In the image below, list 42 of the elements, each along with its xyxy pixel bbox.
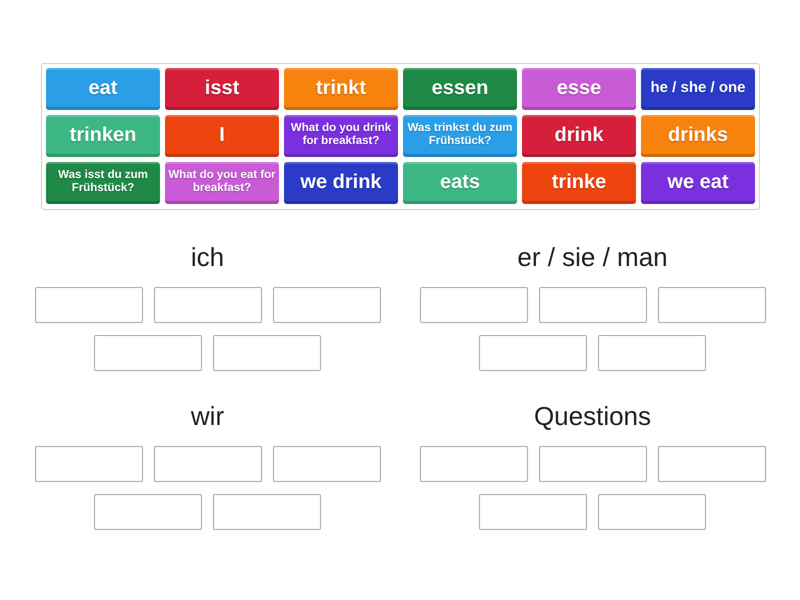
answer-box[interactable] — [154, 446, 262, 482]
word-tile[interactable]: Was trinkst du zum Frühstück? — [403, 115, 517, 157]
word-tile[interactable]: we drink — [284, 162, 398, 204]
answer-box[interactable] — [479, 494, 587, 530]
word-tile[interactable]: I — [165, 115, 279, 157]
word-tile[interactable]: eat — [46, 68, 160, 110]
word-tile[interactable]: essen — [403, 68, 517, 110]
answer-box[interactable] — [538, 446, 646, 482]
group-heading: Questions — [534, 401, 652, 431]
word-tile[interactable]: What do you eat for breakfast? — [165, 162, 279, 204]
answer-box[interactable] — [154, 287, 262, 323]
word-tile[interactable]: trinke — [522, 162, 636, 204]
answer-box[interactable] — [94, 494, 202, 530]
answer-box[interactable] — [213, 335, 321, 371]
answer-box[interactable] — [598, 335, 706, 371]
answer-box[interactable] — [94, 335, 202, 371]
word-tile[interactable]: isst — [165, 68, 279, 110]
word-tile[interactable]: he / she / one — [641, 68, 755, 110]
word-tile[interactable]: drinks — [641, 115, 755, 157]
answer-box[interactable] — [538, 287, 646, 323]
group-heading: wir — [190, 401, 224, 431]
answer-box[interactable] — [272, 287, 380, 323]
answer-box[interactable] — [213, 494, 321, 530]
word-tile[interactable]: What do you drink for breakfast? — [284, 115, 398, 157]
answer-box[interactable] — [34, 446, 142, 482]
answer-box[interactable] — [420, 446, 528, 482]
group-heading: ich — [190, 242, 224, 272]
answer-box[interactable] — [598, 494, 706, 530]
word-tile[interactable]: trinkt — [284, 68, 398, 110]
answer-box[interactable] — [272, 446, 380, 482]
word-tile[interactable]: esse — [522, 68, 636, 110]
word-tile[interactable]: trinken — [46, 115, 160, 157]
answer-box[interactable] — [479, 335, 587, 371]
word-tile[interactable]: we eat — [641, 162, 755, 204]
word-tile[interactable]: Was isst du zum Frühstück? — [46, 162, 160, 204]
answer-box[interactable] — [658, 287, 766, 323]
word-tile[interactable]: drink — [522, 115, 636, 157]
group-heading: er / sie / man — [517, 242, 668, 272]
answer-box[interactable] — [34, 287, 142, 323]
answer-box[interactable] — [658, 446, 766, 482]
answer-box[interactable] — [420, 287, 528, 323]
word-tile[interactable]: eats — [403, 162, 517, 204]
